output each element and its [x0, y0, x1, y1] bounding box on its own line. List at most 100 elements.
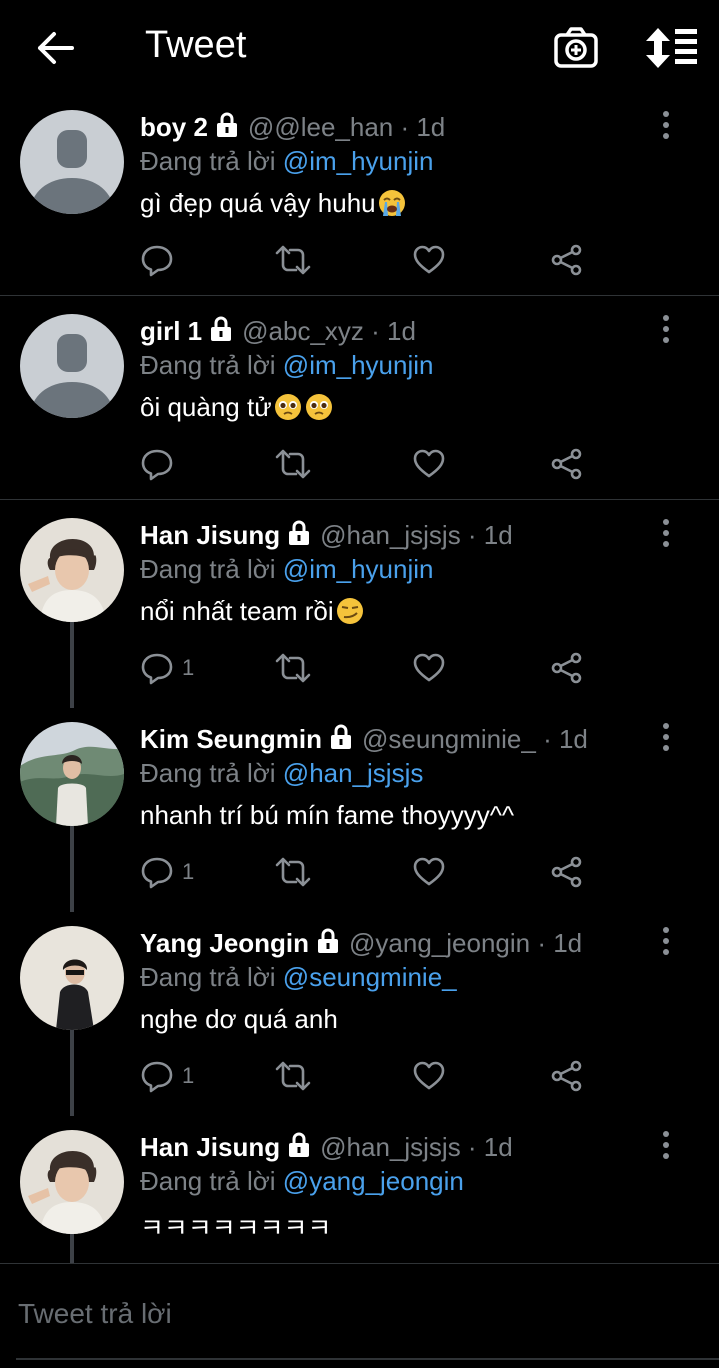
display-name[interactable]: Han Jisung	[140, 520, 280, 550]
lock-icon	[286, 1132, 312, 1158]
more-options-icon[interactable]	[656, 314, 676, 344]
divider	[0, 499, 719, 500]
lock-icon	[328, 724, 354, 750]
share-button[interactable]	[550, 446, 584, 482]
mention-link[interactable]: @yang_jeongin	[283, 1166, 464, 1196]
retweet-button[interactable]	[274, 242, 312, 278]
share-button[interactable]	[550, 242, 584, 278]
tweet-item[interactable]: Han Jisung @han_jsjsjs · 1d Đang trả lời …	[0, 1116, 719, 1264]
handle-and-time: @abc_xyz · 1d	[242, 316, 416, 346]
page-title: Tweet	[145, 24, 247, 66]
tweet-item[interactable]: Kim Seungmin @seungminie_ · 1d Đang trả l…	[0, 708, 719, 912]
handle-and-time: @han_jsjsjs · 1d	[320, 1132, 513, 1162]
reply-count: 1	[182, 859, 195, 884]
like-button[interactable]	[412, 1058, 446, 1094]
lock-icon	[214, 112, 240, 138]
heart-icon	[412, 1059, 446, 1093]
divider	[0, 1263, 719, 1264]
mention-link[interactable]: @im_hyunjin	[283, 146, 434, 176]
avatar[interactable]	[20, 722, 124, 826]
retweet-icon	[274, 1059, 312, 1093]
mention-link[interactable]: @im_hyunjin	[283, 350, 434, 380]
tweet-item[interactable]: Yang Jeongin @yang_jeongin · 1d Đang trả …	[0, 912, 719, 1116]
avatar[interactable]	[20, 314, 124, 418]
like-button[interactable]	[412, 242, 446, 278]
heart-icon	[412, 447, 446, 481]
reply-input[interactable]	[16, 1289, 700, 1339]
more-options-icon[interactable]	[656, 1130, 676, 1160]
reply-button[interactable]: 1	[140, 1058, 194, 1094]
tweet-actions: 1	[140, 650, 600, 686]
reply-icon	[140, 1059, 174, 1093]
camera-add-icon[interactable]	[552, 26, 600, 70]
share-icon	[550, 243, 584, 277]
like-button[interactable]	[412, 650, 446, 686]
share-button[interactable]	[550, 650, 584, 686]
thread-line	[70, 826, 74, 912]
more-options-icon[interactable]	[656, 722, 676, 752]
top-bar: Tweet	[0, 0, 719, 96]
smirking-face-emoji	[335, 596, 365, 626]
thread-line	[70, 622, 74, 708]
reply-icon	[140, 447, 174, 481]
display-name[interactable]: Kim Seungmin	[140, 724, 322, 754]
avatar[interactable]	[20, 110, 124, 214]
reply-icon	[140, 651, 174, 685]
handle-and-time: @@lee_han · 1d	[247, 112, 446, 142]
handle-and-time: @yang_jeongin · 1d	[349, 928, 583, 958]
back-arrow-icon[interactable]	[34, 28, 78, 68]
more-options-icon[interactable]	[656, 518, 676, 548]
more-options-icon[interactable]	[656, 926, 676, 956]
sort-icon[interactable]	[644, 26, 700, 70]
pleading-face-emoji	[304, 392, 334, 422]
mention-link[interactable]: @im_hyunjin	[283, 554, 434, 584]
heart-icon	[412, 855, 446, 889]
like-button[interactable]	[412, 446, 446, 482]
retweet-icon	[274, 447, 312, 481]
avatar[interactable]	[20, 1130, 124, 1234]
handle-and-time: @han_jsjsjs · 1d	[320, 520, 513, 550]
display-name[interactable]: boy 2	[140, 112, 208, 142]
tweet-actions	[140, 242, 600, 278]
display-name[interactable]: Han Jisung	[140, 1132, 280, 1162]
retweet-button[interactable]	[274, 854, 312, 890]
lock-icon	[286, 520, 312, 546]
avatar[interactable]	[20, 518, 124, 622]
reply-button[interactable]	[140, 446, 182, 482]
tweet-text: gì đẹp quá vậy huhu	[140, 188, 376, 218]
tweet-item[interactable]: girl 1 @abc_xyz · 1d Đang trả lời @im_hyu…	[0, 300, 719, 500]
like-button[interactable]	[412, 854, 446, 890]
retweet-icon	[274, 855, 312, 889]
mention-link[interactable]: @seungminie_	[283, 962, 457, 992]
tweet-item[interactable]: boy 2 @@lee_han · 1d Đang trả lời @im_hyu…	[0, 96, 719, 296]
retweet-button[interactable]	[274, 446, 312, 482]
mention-link[interactable]: @han_jsjsjs	[283, 758, 424, 788]
tweet-text: nhanh trí bú mín fame thoyyyy^^	[140, 800, 515, 830]
retweet-button[interactable]	[274, 1058, 312, 1094]
reply-icon	[140, 243, 174, 277]
lock-icon	[315, 928, 341, 954]
share-icon	[550, 855, 584, 889]
reply-button[interactable]: 1	[140, 650, 194, 686]
pleading-face-emoji	[273, 392, 303, 422]
heart-icon	[412, 243, 446, 277]
avatar[interactable]	[20, 926, 124, 1030]
display-name[interactable]: girl 1	[140, 316, 202, 346]
handle-and-time: @seungminie_ · 1d	[362, 724, 588, 754]
reply-button[interactable]: 1	[140, 854, 194, 890]
retweet-icon	[274, 651, 312, 685]
tweet-item[interactable]: Han Jisung @han_jsjsjs · 1d Đang trả lời …	[0, 504, 719, 708]
tweet-text: nổi nhất team rồi	[140, 596, 334, 626]
reply-composer	[0, 1265, 719, 1355]
retweet-icon	[274, 243, 312, 277]
reply-button[interactable]	[140, 242, 182, 278]
share-icon	[550, 1059, 584, 1093]
replying-to-label: Đang trả lời	[140, 962, 276, 992]
more-options-icon[interactable]	[656, 110, 676, 140]
share-button[interactable]	[550, 854, 584, 890]
replying-to-label: Đang trả lời	[140, 554, 276, 584]
retweet-button[interactable]	[274, 650, 312, 686]
display-name[interactable]: Yang Jeongin	[140, 928, 309, 958]
share-button[interactable]	[550, 1058, 584, 1094]
tweet-text: ôi quàng tử	[140, 392, 272, 422]
